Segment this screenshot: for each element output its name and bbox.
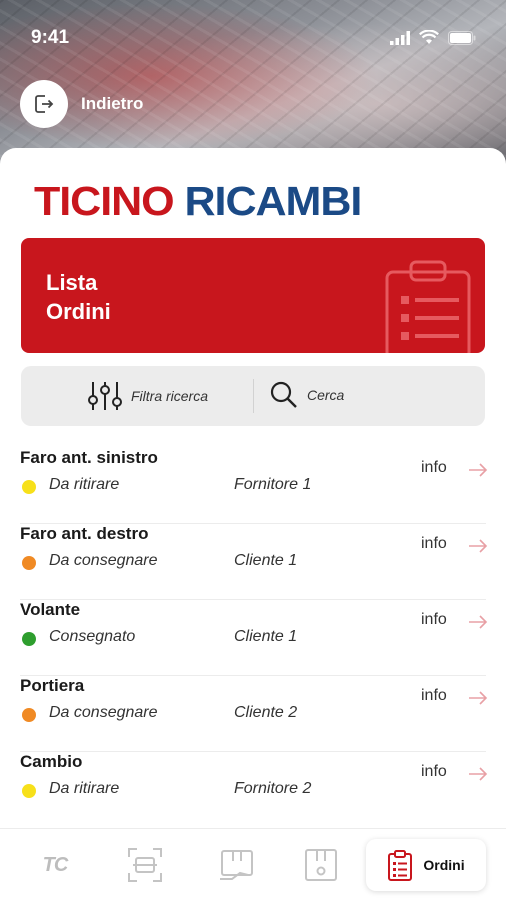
search-label[interactable]: Cerca (307, 387, 344, 403)
toolbar-divider (253, 379, 254, 413)
arrow-right-icon[interactable] (468, 690, 488, 706)
orders-banner: Lista Ordini (21, 238, 485, 353)
order-status: Da consegnare (49, 552, 158, 569)
tab-orders-label[interactable]: Ordini (423, 857, 464, 873)
package-icon (305, 849, 337, 881)
brand-logo: TICINO RICAMBI (34, 178, 363, 225)
order-row[interactable]: Cambio Da ritirare Fornitore 2 info (20, 752, 488, 827)
tc-logo-icon: TC (42, 853, 69, 876)
order-row[interactable]: Faro ant. destro Da consegnare Cliente 1… (20, 524, 488, 600)
filter-label[interactable]: Filtra ricerca (131, 388, 208, 404)
clipboard-icon (388, 850, 413, 881)
tab-package[interactable] (288, 839, 354, 891)
tab-handover[interactable] (204, 839, 270, 891)
arrow-right-icon[interactable] (468, 462, 488, 478)
filter-bar: Filtra ricerca Cerca (21, 366, 485, 426)
status-bar: 9:41 (0, 0, 506, 70)
status-dot (22, 632, 36, 646)
arrow-right-icon[interactable] (468, 538, 488, 554)
status-dot (22, 784, 36, 798)
wifi-icon (419, 30, 439, 44)
brand-name-red: TICINO (34, 178, 175, 224)
arrow-right-icon[interactable] (468, 614, 488, 630)
search-button[interactable]: Cerca (269, 380, 344, 410)
order-party: Cliente 1 (234, 628, 298, 645)
exit-icon (35, 95, 54, 113)
clipboard-icon (385, 260, 471, 353)
info-link[interactable]: info (421, 535, 447, 553)
order-title: Volante (20, 600, 81, 619)
order-title: Cambio (20, 752, 83, 771)
status-dot (22, 480, 36, 494)
package-handover-icon (220, 850, 253, 880)
brand-name-blue: RICAMBI (184, 178, 363, 224)
order-row[interactable]: Portiera Da consegnare Cliente 2 info (20, 676, 488, 752)
order-status: Da ritirare (49, 476, 120, 493)
arrow-right-icon[interactable] (468, 766, 488, 782)
filter-button[interactable]: Filtra ricerca (87, 380, 208, 412)
tab-home[interactable]: TC (22, 839, 88, 891)
banner-title: Lista Ordini (46, 270, 111, 324)
order-title: Faro ant. destro (20, 524, 149, 543)
info-link[interactable]: info (421, 763, 447, 781)
back-button[interactable]: Indietro (20, 80, 143, 128)
order-party: Cliente 1 (234, 552, 298, 569)
info-link[interactable]: info (421, 687, 447, 705)
content-sheet: TICINO RICAMBI Lista Ordini Filtra ricer… (0, 148, 506, 900)
order-title: Portiera (20, 676, 85, 695)
search-icon (270, 381, 297, 408)
order-status: Da ritirare (49, 780, 120, 797)
status-dot (22, 708, 36, 722)
order-party: Fornitore 1 (234, 476, 312, 493)
order-status: Consegnato (49, 628, 136, 645)
order-status: Da consegnare (49, 704, 158, 721)
status-dot (22, 556, 36, 570)
status-time: 9:41 (31, 27, 70, 48)
tab-orders[interactable]: Ordini (366, 839, 486, 891)
order-row[interactable]: Volante Consegnato Cliente 1 info (20, 600, 488, 676)
back-label[interactable]: Indietro (81, 94, 143, 114)
info-link[interactable]: info (421, 459, 447, 477)
system-icons (390, 30, 476, 45)
order-title: Faro ant. sinistro (20, 448, 158, 467)
orders-list: Faro ant. sinistro Da ritirare Fornitore… (20, 448, 488, 827)
bottom-tab-bar: TC Ordini (0, 828, 506, 901)
order-party: Cliente 2 (234, 704, 298, 721)
battery-icon (448, 30, 476, 45)
tab-scan[interactable] (112, 839, 178, 891)
sliders-icon (88, 382, 122, 410)
back-circle[interactable] (20, 80, 68, 128)
order-party: Fornitore 2 (234, 780, 312, 797)
scan-icon (128, 848, 162, 882)
order-row[interactable]: Faro ant. sinistro Da ritirare Fornitore… (20, 448, 488, 524)
info-link[interactable]: info (421, 611, 447, 629)
signal-icon (390, 30, 410, 45)
